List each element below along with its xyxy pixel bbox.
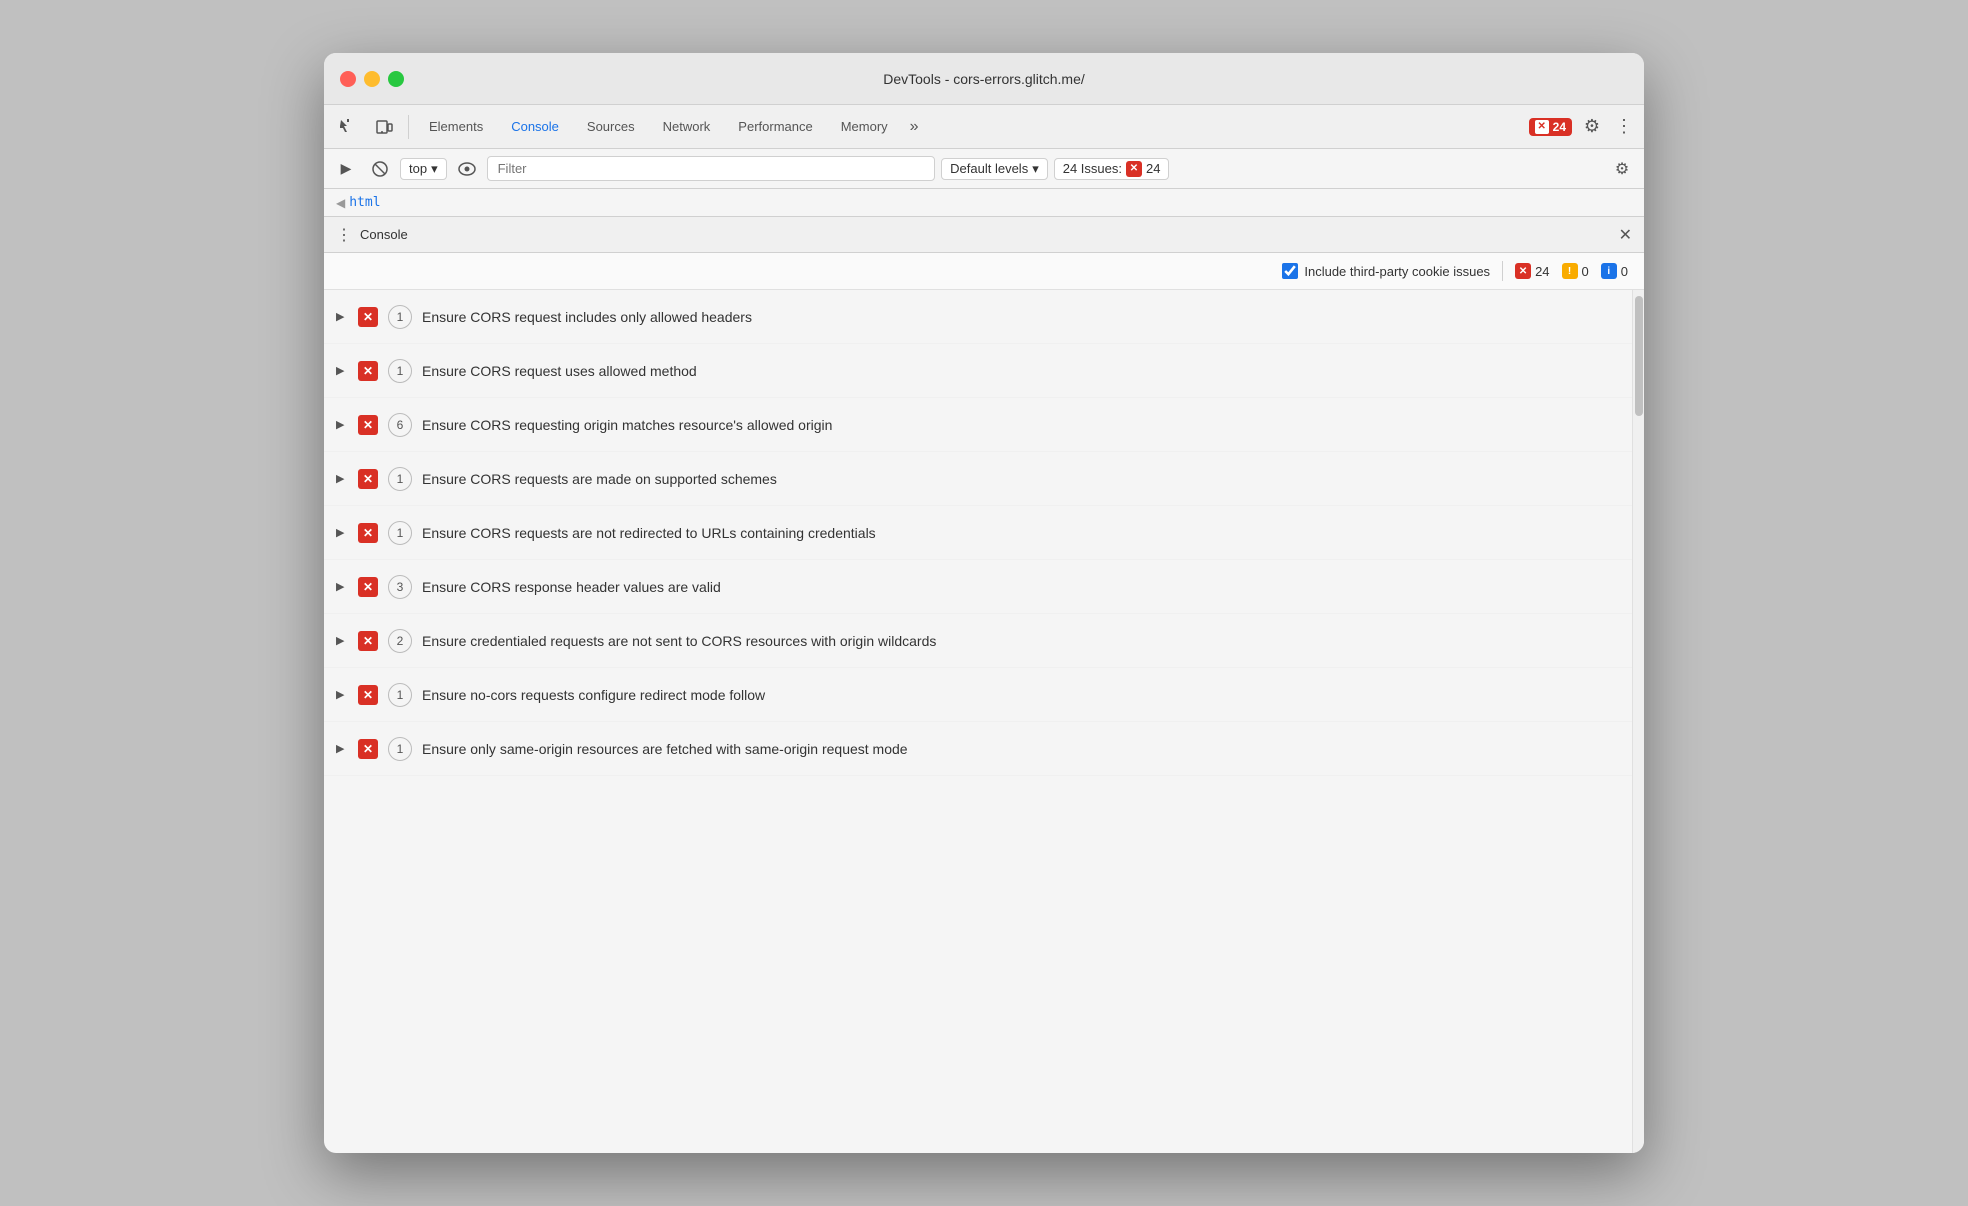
issue-text: Ensure CORS request uses allowed method [422, 363, 697, 379]
issue-text: Ensure CORS response header values are v… [422, 579, 721, 595]
filter-separator [1502, 261, 1503, 281]
issue-error-icon: ✕ [358, 685, 378, 705]
issue-error-icon: ✕ [358, 739, 378, 759]
eye-button[interactable] [453, 155, 481, 183]
issues-badge[interactable]: 24 Issues: ✕ 24 [1054, 158, 1170, 180]
issue-row[interactable]: ▶ ✕ 1 Ensure only same-origin resources … [324, 722, 1632, 776]
issues-list: ▶ ✕ 1 Ensure CORS request includes only … [324, 290, 1632, 1153]
window-title: DevTools - cors-errors.glitch.me/ [883, 71, 1085, 87]
settings-button[interactable]: ⚙ [1576, 111, 1608, 143]
warning-count: ! 0 [1562, 263, 1589, 279]
panel-close-button[interactable]: ✕ [1619, 225, 1632, 245]
third-party-cookie-checkbox-label[interactable]: Include third-party cookie issues [1282, 263, 1490, 279]
issue-text: Ensure no-cors requests configure redire… [422, 687, 765, 703]
toolbar-separator [408, 115, 409, 139]
issue-expand-arrow: ▶ [336, 472, 348, 485]
issue-expand-arrow: ▶ [336, 742, 348, 755]
issue-count-badge: 3 [388, 575, 412, 599]
issue-row[interactable]: ▶ ✕ 3 Ensure CORS response header values… [324, 560, 1632, 614]
issue-row[interactable]: ▶ ✕ 1 Ensure CORS request uses allowed m… [324, 344, 1632, 398]
filter-input[interactable] [487, 156, 936, 181]
main-toolbar: Elements Console Sources Network Perform… [324, 105, 1644, 149]
issue-count-badge: 1 [388, 359, 412, 383]
issues-error-icon: ✕ [1126, 161, 1142, 177]
tab-network[interactable]: Network [651, 113, 723, 140]
issue-error-icon: ✕ [358, 577, 378, 597]
log-levels-button[interactable]: Default levels ▾ [941, 158, 1048, 180]
issue-count-badge: 1 [388, 467, 412, 491]
scrollbar[interactable] [1632, 290, 1644, 1153]
more-tabs-button[interactable]: » [904, 114, 925, 140]
block-icon[interactable] [366, 155, 394, 183]
issue-expand-arrow: ▶ [336, 634, 348, 647]
issue-error-icon: ✕ [358, 415, 378, 435]
issue-error-icon: ✕ [358, 307, 378, 327]
tab-console[interactable]: Console [499, 113, 571, 140]
issue-count-badge: 1 [388, 305, 412, 329]
issue-text: Ensure CORS requests are not redirected … [422, 525, 876, 541]
more-options-button[interactable]: ⋮ [1612, 111, 1636, 143]
issue-expand-arrow: ▶ [336, 526, 348, 539]
error-count-badge[interactable]: ✕ 24 [1529, 118, 1572, 136]
tab-sources[interactable]: Sources [575, 113, 647, 140]
third-party-cookie-checkbox[interactable] [1282, 263, 1298, 279]
issues-filter-bar: Include third-party cookie issues ✕ 24 !… [324, 253, 1644, 290]
issue-row[interactable]: ▶ ✕ 1 Ensure CORS requests are made on s… [324, 452, 1632, 506]
issue-row[interactable]: ▶ ✕ 1 Ensure CORS requests are not redir… [324, 506, 1632, 560]
titlebar: DevTools - cors-errors.glitch.me/ [324, 53, 1644, 105]
issue-count-badge: 1 [388, 521, 412, 545]
scrollbar-thumb[interactable] [1635, 296, 1643, 416]
console-panel-header: ⋮ Console ✕ [324, 217, 1644, 253]
tab-memory[interactable]: Memory [829, 113, 900, 140]
issue-count-badge: 1 [388, 737, 412, 761]
info-count-icon: i [1601, 263, 1617, 279]
close-button[interactable] [340, 71, 356, 87]
breadcrumb-html[interactable]: html [349, 195, 380, 210]
issue-expand-arrow: ▶ [336, 364, 348, 377]
run-script-button[interactable]: ▶ [332, 155, 360, 183]
main-content: Include third-party cookie issues ✕ 24 !… [324, 253, 1644, 1153]
issue-text: Ensure credentialed requests are not sen… [422, 633, 936, 649]
issue-text: Ensure CORS requests are made on support… [422, 471, 777, 487]
issue-row[interactable]: ▶ ✕ 1 Ensure CORS request includes only … [324, 290, 1632, 344]
issue-error-icon: ✕ [358, 469, 378, 489]
issue-expand-arrow: ▶ [336, 310, 348, 323]
tab-performance[interactable]: Performance [726, 113, 824, 140]
context-selector[interactable]: top ▾ [400, 158, 447, 180]
issue-count-badge: 6 [388, 413, 412, 437]
breadcrumb: ◀ html [324, 189, 1644, 217]
console-toolbar: ▶ top ▾ Default levels ▾ 24 Issues: ✕ 24 [324, 149, 1644, 189]
issue-text: Ensure CORS request includes only allowe… [422, 309, 752, 325]
devtools-window: DevTools - cors-errors.glitch.me/ Elemen… [324, 53, 1644, 1153]
maximize-button[interactable] [388, 71, 404, 87]
issue-row[interactable]: ▶ ✕ 1 Ensure no-cors requests configure … [324, 668, 1632, 722]
warning-count-icon: ! [1562, 263, 1578, 279]
issue-expand-arrow: ▶ [336, 418, 348, 431]
issue-error-icon: ✕ [358, 631, 378, 651]
issue-row[interactable]: ▶ ✕ 6 Ensure CORS requesting origin matc… [324, 398, 1632, 452]
error-count: ✕ 24 [1515, 263, 1549, 279]
console-settings-button[interactable]: ⚙ [1608, 155, 1636, 183]
issue-error-icon: ✕ [358, 361, 378, 381]
inspect-element-button[interactable] [332, 111, 364, 143]
issue-row[interactable]: ▶ ✕ 2 Ensure credentialed requests are n… [324, 614, 1632, 668]
issue-text: Ensure CORS requesting origin matches re… [422, 417, 832, 433]
device-mode-button[interactable] [368, 111, 400, 143]
issue-count-badge: 1 [388, 683, 412, 707]
issue-error-icon: ✕ [358, 523, 378, 543]
info-count: i 0 [1601, 263, 1628, 279]
issue-expand-arrow: ▶ [336, 688, 348, 701]
traffic-lights [340, 71, 404, 87]
issue-count-badge: 2 [388, 629, 412, 653]
tab-elements[interactable]: Elements [417, 113, 495, 140]
error-icon: ✕ [1535, 120, 1549, 134]
breadcrumb-arrow: ◀ [336, 196, 345, 210]
issue-expand-arrow: ▶ [336, 580, 348, 593]
issue-text: Ensure only same-origin resources are fe… [422, 741, 908, 757]
error-count-icon: ✕ [1515, 263, 1531, 279]
issues-area: ▶ ✕ 1 Ensure CORS request includes only … [324, 290, 1644, 1153]
panel-menu-icon[interactable]: ⋮ [336, 225, 352, 245]
panel-title: Console [360, 227, 408, 242]
minimize-button[interactable] [364, 71, 380, 87]
